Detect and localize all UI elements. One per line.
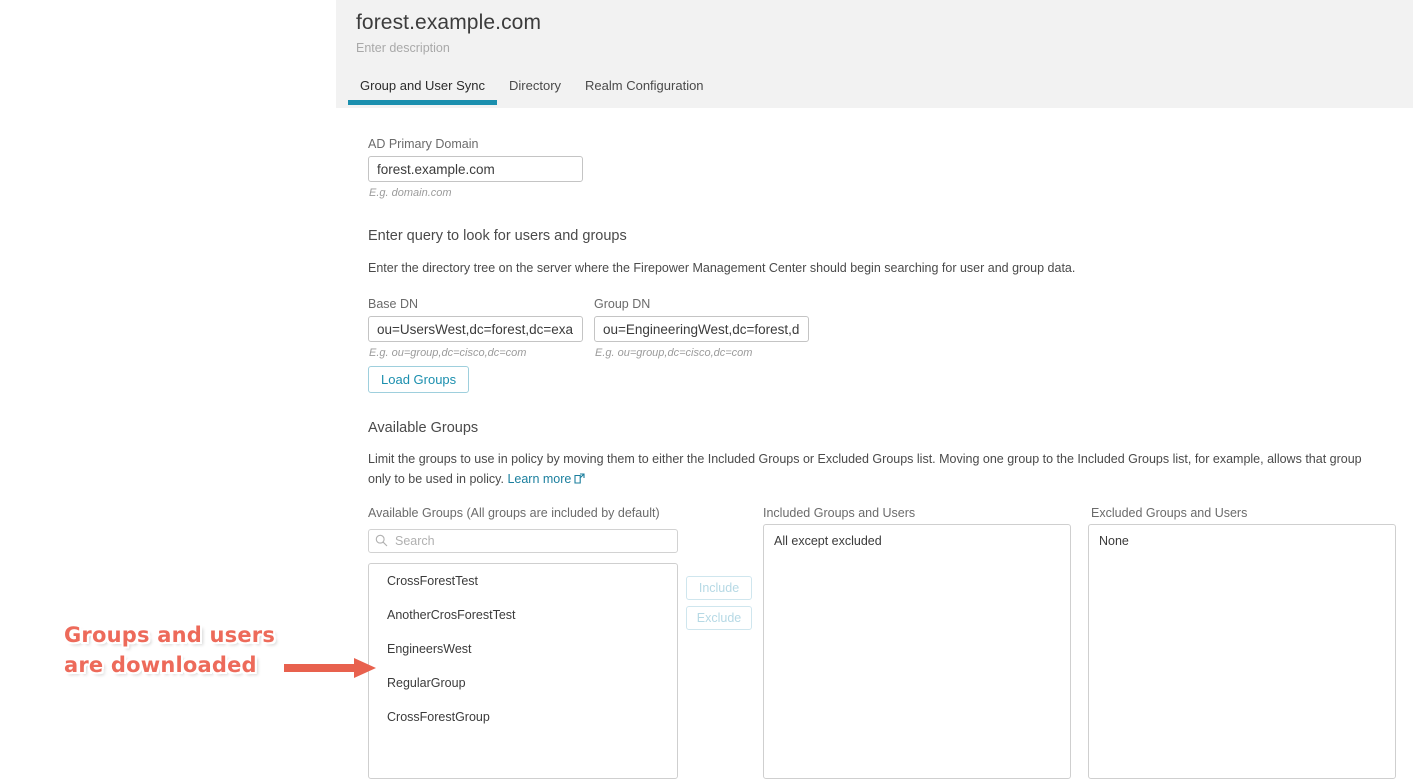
external-link-icon [574,470,585,490]
annotation-arrow [222,655,382,686]
include-button[interactable]: Include [686,576,752,600]
base-dn-input[interactable] [368,316,583,342]
available-groups-heading: Available Groups [368,420,479,436]
included-groups-box[interactable]: All except excluded [763,524,1071,779]
excluded-groups-column-label: Excluded Groups and Users [1091,506,1248,520]
list-item[interactable]: CrossForestGroup [369,700,677,734]
available-groups-column-label: Available Groups (All groups are include… [368,506,660,520]
learn-more-link[interactable]: Learn more [507,472,585,486]
search-icon [375,534,388,552]
base-dn-label: Base DN [368,297,419,311]
tab-directory[interactable]: Directory [497,72,573,101]
list-item[interactable]: CrossForestTest [369,564,677,598]
list-item[interactable]: RegularGroup [369,666,677,700]
included-groups-value: All except excluded [774,534,882,548]
description-placeholder[interactable]: Enter description [356,41,450,55]
group-dn-hint: E.g. ou=group,dc=cisco,dc=com [595,347,753,359]
list-item[interactable]: AnotherCrosForestTest [369,598,677,632]
excluded-groups-value: None [1099,534,1129,548]
available-desc-line1: Limit the groups to use in policy by mov… [368,452,1302,466]
search-input[interactable] [368,529,678,553]
query-section-description: Enter the directory tree on the server w… [368,261,1076,275]
content-panel: forest.example.com Enter description Gro… [336,0,1413,779]
tab-group-and-user-sync[interactable]: Group and User Sync [348,72,498,105]
base-dn-hint: E.g. ou=group,dc=cisco,dc=com [369,347,527,359]
included-groups-column-label: Included Groups and Users [763,506,916,520]
exclude-button[interactable]: Exclude [686,606,752,630]
available-groups-list[interactable]: CrossForestTest AnotherCrosForestTest En… [368,563,678,779]
group-dn-label: Group DN [594,297,651,311]
learn-more-label: Learn more [507,472,572,486]
load-groups-button[interactable]: Load Groups [368,366,470,393]
transfer-button-group: Include Exclude [686,576,752,630]
ad-primary-domain-hint: E.g. domain.com [369,187,452,199]
tab-realm-configuration[interactable]: Realm Configuration [573,72,716,101]
annotation-line-1: Groups and users [64,623,276,647]
excluded-groups-box[interactable]: None [1088,524,1396,779]
query-section-heading: Enter query to look for users and groups [368,228,627,244]
page-title: forest.example.com [356,11,542,34]
group-dn-input[interactable] [594,316,809,342]
ad-primary-domain-label: AD Primary Domain [368,137,479,151]
tab-bar: Group and User Sync Directory Realm Conf… [348,72,716,105]
ad-primary-domain-input[interactable] [368,156,583,182]
available-groups-search[interactable] [368,529,678,553]
available-groups-description: Limit the groups to use in policy by mov… [368,449,1368,490]
panel-header: forest.example.com Enter description Gro… [336,0,1413,108]
list-item[interactable]: EngineersWest [369,632,677,666]
